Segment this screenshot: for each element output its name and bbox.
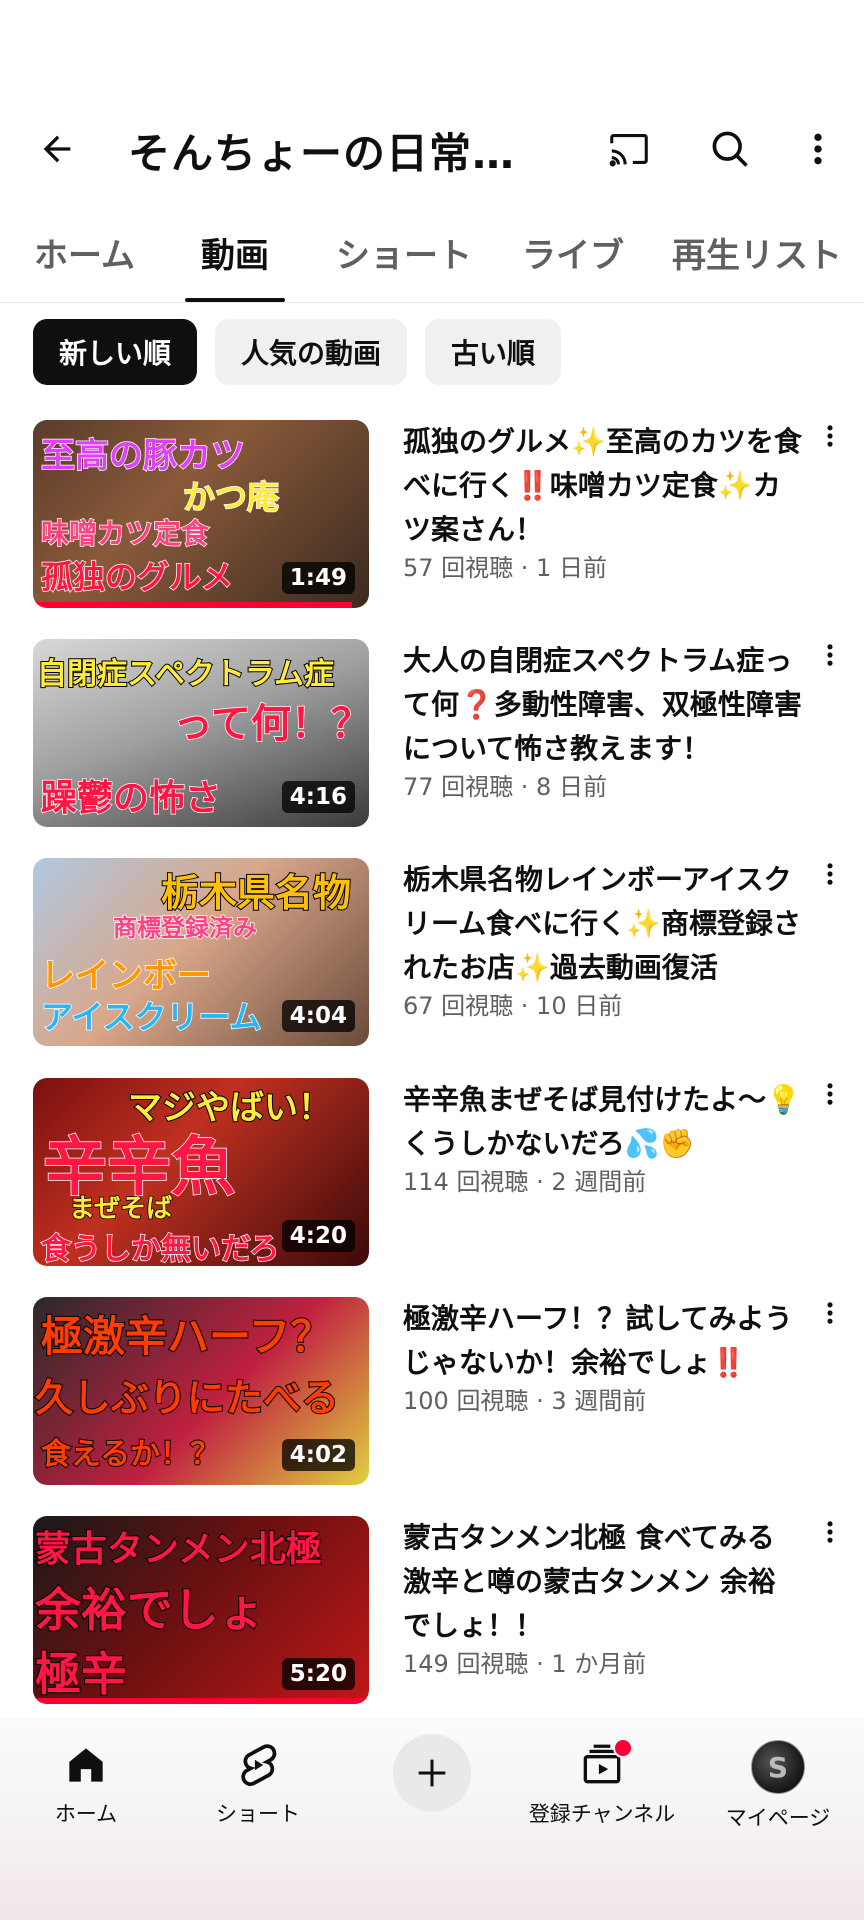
thumbnail-text: アイスクリーム [40, 997, 262, 1037]
video-item[interactable]: マジやばい！ 辛辛魚 まぜそば 食うしか無いだろ 4:20 辛辛魚まぜそば見付け… [0, 1078, 864, 1268]
sort-chips: 新しい順 人気の動画 古い順 [33, 319, 562, 385]
video-meta: 67 回視聴 · 10 日前 [403, 992, 623, 1020]
create-button[interactable] [393, 1734, 471, 1812]
video-title[interactable]: 栃木県名物レインボーアイスクリーム食べに行く✨商標登録されたお店✨過去動画復活 [403, 858, 803, 990]
video-item[interactable]: 極激辛ハーフ？ 久しぶりにたべる 食えるか！？ 4:02 極激辛ハーフ！？試して… [0, 1297, 864, 1487]
notification-dot [613, 1738, 633, 1758]
chip-popular[interactable]: 人気の動画 [215, 319, 408, 385]
active-tab-indicator [185, 298, 285, 302]
shorts-icon [241, 1744, 277, 1786]
avatar: S [751, 1740, 805, 1794]
thumbnail-text: 孤独のグルメ [40, 557, 234, 597]
search-button[interactable] [703, 122, 757, 176]
more-vert-icon [827, 1083, 833, 1105]
video-duration: 4:16 [281, 781, 355, 813]
nav-label: ホーム [54, 1802, 118, 1826]
cast-button[interactable] [602, 122, 656, 176]
chip-newest[interactable]: 新しい順 [33, 319, 198, 385]
more-options-button[interactable] [791, 122, 845, 176]
video-thumbnail[interactable]: 極激辛ハーフ？ 久しぶりにたべる 食えるか！？ 4:02 [33, 1297, 369, 1485]
video-title[interactable]: 孤独のグルメ✨至高のカツを食べに行く‼️味噌カツ定食✨カツ案さん！ [403, 420, 803, 552]
watch-progress-bar [33, 1698, 369, 1704]
more-vert-icon [827, 644, 833, 666]
more-vert-icon [814, 133, 822, 165]
video-meta: 77 回視聴 · 8 日前 [403, 773, 607, 801]
video-title[interactable]: 大人の自閉症スペクトラム症って何❓多動性障害、双極性障害について怖さ教えます！ [403, 639, 803, 771]
thumbnail-text: 極辛 [34, 1646, 128, 1702]
video-item[interactable]: 栃木県名物 商標登録済み レインボー アイスクリーム 4:04 栃木県名物レイン… [0, 858, 864, 1048]
create-plus-icon [418, 1759, 446, 1787]
video-title[interactable]: 極激辛ハーフ！？試してみようじゃないか！余裕でしょ‼️ [403, 1297, 803, 1385]
video-thumbnail[interactable]: 蒙古タンメン北極 余裕でしょ 極辛 5:20 [33, 1516, 369, 1704]
video-thumbnail[interactable]: マジやばい！ 辛辛魚 まぜそば 食うしか無いだろ 4:20 [33, 1078, 369, 1266]
video-more-button[interactable] [815, 420, 845, 460]
nav-label: 登録チャンネル [528, 1802, 676, 1826]
home-icon [69, 1748, 103, 1782]
video-item[interactable]: 至高の豚カツ かつ庵 味噌カツ定食 孤独のグルメ 1:49 孤独のグルメ✨至高の… [0, 420, 864, 610]
watch-progress-bar [33, 602, 353, 608]
video-more-button[interactable] [815, 1078, 845, 1118]
thumbnail-text: 余裕でしょ [34, 1582, 266, 1638]
nav-my-page[interactable]: S マイページ [703, 1740, 853, 1832]
nav-home[interactable]: ホーム [11, 1740, 161, 1828]
video-more-button[interactable] [815, 1297, 845, 1337]
video-duration: 4:02 [281, 1439, 355, 1471]
thumbnail-text: 食えるか！？ [40, 1436, 221, 1473]
thumbnail-text: 自閉症スペクトラム症 [36, 656, 335, 693]
thumbnail-text: 極激辛ハーフ？ [40, 1311, 333, 1362]
thumbnail-text: レインボー [40, 955, 212, 997]
video-duration: 1:49 [281, 562, 355, 594]
thumbnail-text: 躁鬱の怖さ [40, 777, 222, 820]
thumbnail-text: 味噌カツ定食 [40, 516, 210, 551]
search-icon [712, 131, 748, 167]
video-duration: 4:20 [281, 1220, 355, 1252]
nav-shorts[interactable]: ショート [183, 1740, 333, 1828]
back-button[interactable] [30, 122, 84, 176]
video-duration: 5:20 [281, 1658, 355, 1690]
video-item[interactable]: 自閉症スペクトラム症 って何！？ 躁鬱の怖さ 4:16 大人の自閉症スペクトラム… [0, 639, 864, 829]
video-meta: 57 回視聴 · 1 日前 [403, 554, 607, 582]
video-thumbnail[interactable]: 至高の豚カツ かつ庵 味噌カツ定食 孤独のグルメ 1:49 [33, 420, 369, 608]
video-meta: 114 回視聴 · 2 週間前 [403, 1168, 647, 1196]
tab-shorts[interactable]: ショート [336, 228, 472, 277]
more-vert-icon [827, 425, 833, 447]
video-more-button[interactable] [815, 639, 845, 679]
video-thumbnail[interactable]: 栃木県名物 商標登録済み レインボー アイスクリーム 4:04 [33, 858, 369, 1046]
thumbnail-text: 蒙古タンメン北極 [34, 1528, 323, 1571]
more-vert-icon [827, 1302, 833, 1324]
back-arrow-icon [43, 135, 71, 163]
video-more-button[interactable] [815, 1516, 845, 1556]
top-app-bar: そんちょーの日常チャンネル [0, 100, 864, 196]
thumbnail-text: 至高の豚カツ [40, 435, 246, 477]
tab-home[interactable]: ホーム [34, 228, 135, 277]
chip-oldest[interactable]: 古い順 [425, 319, 562, 385]
video-meta: 149 回視聴 · 1 か月前 [403, 1650, 647, 1678]
video-more-button[interactable] [815, 858, 845, 898]
video-item[interactable]: 蒙古タンメン北極 余裕でしょ 極辛 5:20 蒙古タンメン北極 食べてみる 激辛… [0, 1516, 864, 1706]
nav-subscriptions[interactable]: 登録チャンネル [527, 1738, 677, 1828]
video-title[interactable]: 辛辛魚まぜそば見付けたよ〜💡くうしかないだろ💦✊ [403, 1078, 803, 1166]
subscriptions-icon-wrap [577, 1738, 633, 1790]
more-vert-icon [827, 863, 833, 885]
thumbnail-text: まぜそば [68, 1193, 173, 1225]
bottom-navigation: ホーム ショート 登録チャンネル S マイページ [0, 1718, 864, 1920]
video-title[interactable]: 蒙古タンメン北極 食べてみる 激辛と噂の蒙古タンメン 余裕でしょ！！ [403, 1516, 803, 1648]
status-bar-area [0, 0, 864, 72]
more-vert-icon [827, 1521, 833, 1543]
thumbnail-text: 商標登録済み [112, 913, 258, 943]
video-meta: 100 回視聴 · 3 週間前 [403, 1387, 647, 1415]
thumbnail-text: 久しぶりにたべる [34, 1375, 340, 1421]
tab-playlists[interactable]: 再生リスト [672, 228, 842, 277]
channel-tabs: ホーム 動画 ショート ライブ 再生リスト [0, 218, 864, 303]
tab-live[interactable]: ライブ [522, 228, 624, 277]
thumbnail-text: 食うしか無いだろ [40, 1231, 280, 1266]
thumbnail-text: って何！？ [172, 700, 369, 748]
video-duration: 4:04 [281, 1000, 355, 1032]
nav-label: ショート [216, 1802, 300, 1826]
cast-icon [609, 134, 648, 167]
nav-label: マイページ [725, 1806, 831, 1830]
tab-videos[interactable]: 動画 [201, 228, 269, 277]
channel-title: そんちょーの日常チャンネル [128, 129, 548, 178]
video-thumbnail[interactable]: 自閉症スペクトラム症 って何！？ 躁鬱の怖さ 4:16 [33, 639, 369, 827]
